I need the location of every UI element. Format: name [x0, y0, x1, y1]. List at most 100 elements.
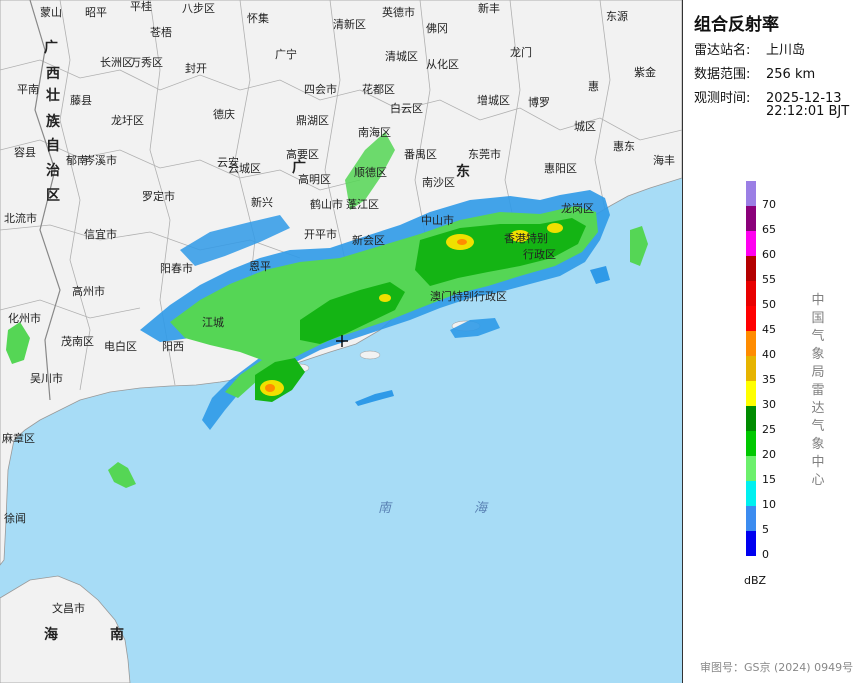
region-label: 广	[44, 39, 58, 56]
station-key: 雷达站名:	[694, 43, 751, 58]
region-label: 治	[46, 162, 60, 179]
place-label: 花都区	[362, 83, 395, 96]
place-label: 惠	[588, 79, 599, 93]
place-label: 鼎湖区	[296, 114, 329, 127]
legend-label: 45	[762, 323, 776, 336]
legend-label: 20	[762, 448, 776, 461]
island	[359, 350, 381, 360]
radar-map[interactable]: 蒙山 昭平 平桂 八步区 怀集 清新区 英德市 新丰 东源 苍梧 长洲区 万秀区 封开 广宁 清城区 佛冈 从化…	[0, 0, 683, 684]
agency-char: 国	[811, 311, 825, 326]
agency-char: 心	[811, 473, 825, 488]
agency-char: 中	[811, 455, 825, 470]
time-key: 观测时间:	[694, 91, 751, 106]
region-label: 广	[292, 159, 306, 176]
place-label: 新会区	[352, 233, 385, 247]
place-label: 平桂	[130, 0, 152, 13]
place-label: 鹤山市	[310, 197, 343, 211]
place-label: 岑溪市	[84, 153, 117, 167]
echo-yellow-cell	[379, 294, 391, 302]
place-label: 东莞市	[468, 147, 501, 161]
place-label: 麻章区	[2, 431, 35, 445]
legend-swatch	[746, 306, 756, 331]
legend-label: 30	[762, 398, 776, 411]
range-key: 数据范围:	[694, 67, 751, 82]
region-label: 族	[46, 113, 61, 130]
agency-char: 达	[811, 401, 825, 416]
legend-swatch	[746, 506, 756, 531]
legend-swatch	[746, 231, 756, 256]
agency-char: 象	[811, 437, 825, 452]
station-value: 上川岛	[766, 43, 806, 58]
place-label: 高州市	[72, 284, 105, 298]
place-label: 信宜市	[84, 227, 117, 241]
region-label: 海	[44, 626, 58, 643]
place-label: 番禺区	[404, 148, 437, 161]
legend-label: 15	[762, 473, 776, 486]
place-label: 从化区	[426, 57, 459, 71]
legend-label: 5	[762, 523, 769, 536]
legend-label: 35	[762, 373, 776, 386]
place-label: 阳春市	[160, 261, 193, 275]
place-label: 香港特别	[504, 231, 548, 245]
agency-char: 气	[811, 419, 825, 434]
place-label: 惠东	[613, 139, 635, 153]
place-label: 八步区	[182, 2, 215, 15]
place-label: 新兴	[251, 195, 273, 209]
place-label: 徐闻	[4, 511, 26, 525]
agency-char: 雷	[811, 383, 825, 398]
echo-yellow-cell	[547, 223, 563, 233]
product-title: 组合反射率	[694, 15, 779, 35]
map-approval-number: 审图号：GS京 (2024) 0949号	[700, 661, 854, 674]
place-label: 恩平	[249, 260, 271, 273]
place-label: 东源	[606, 9, 628, 23]
place-label: 吴川市	[30, 371, 63, 385]
legend-swatch	[746, 356, 756, 381]
agency-vertical-text: 中国气象局雷达气象中心	[810, 292, 826, 490]
sea-label: 南	[378, 501, 393, 516]
place-label: 南海区	[358, 125, 391, 139]
region-label: 南	[110, 626, 124, 643]
place-label: 怀集	[247, 11, 269, 25]
legend-swatch	[746, 181, 756, 206]
place-label: 英德市	[382, 5, 415, 19]
place-label: 平南	[17, 83, 39, 96]
place-label: 惠阳区	[544, 161, 577, 175]
place-label: 新丰	[478, 1, 500, 15]
legend-label: 65	[762, 223, 776, 236]
agency-char: 气	[811, 329, 825, 344]
radar-map-svg: 蒙山 昭平 平桂 八步区怀集 清新区 英德市 新丰东源苍梧长洲区万秀区 封开 广宁 清城区 佛冈从化…	[0, 0, 683, 684]
place-label: 龙岗区	[561, 202, 594, 215]
place-label: 长洲区	[100, 56, 133, 69]
echo-orange-cell	[265, 384, 275, 392]
region-label: 壮	[46, 87, 60, 104]
place-label: 紫金	[634, 65, 656, 79]
place-label: 罗定市	[142, 189, 175, 203]
echo-orange-cell	[457, 239, 467, 245]
legend-label: 0	[762, 548, 769, 561]
region-label: 东	[456, 163, 470, 180]
sea-label: 海	[474, 501, 489, 516]
region-label: 西	[46, 66, 60, 82]
place-label: 万秀区	[130, 56, 163, 69]
legend-swatch	[746, 431, 756, 456]
legend-swatch	[746, 281, 756, 306]
legend-swatch	[746, 531, 756, 556]
place-label: 北流市	[4, 211, 37, 225]
place-label: 阳西	[162, 340, 184, 353]
agency-char: 中	[811, 293, 825, 308]
place-label: 化州市	[8, 311, 41, 325]
place-label: 蒙山	[40, 6, 62, 19]
region-label: 自	[46, 137, 60, 154]
range-value: 256 km	[766, 67, 816, 82]
place-label: 高要区	[286, 147, 319, 161]
legend-swatch	[746, 256, 756, 281]
station-row: 雷达站名: 上川岛	[694, 39, 805, 58]
color-legend	[746, 181, 760, 559]
place-label: 藤县	[70, 94, 92, 107]
place-label: 开平市	[304, 227, 337, 241]
legend-swatch	[746, 481, 756, 506]
place-label: 清城区	[385, 50, 418, 63]
place-label: 广宁	[275, 47, 297, 61]
legend-swatch	[746, 331, 756, 356]
place-label: 云城区	[228, 162, 261, 175]
